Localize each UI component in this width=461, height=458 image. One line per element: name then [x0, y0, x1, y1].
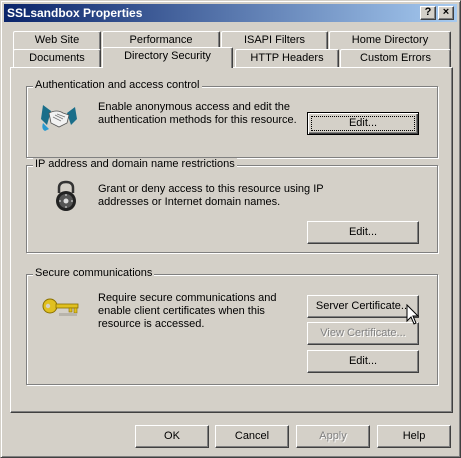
ip-group-title: IP address and domain name restrictions: [33, 158, 237, 170]
ok-button[interactable]: OK: [135, 425, 209, 448]
window-title: SSLsandbox Properties: [7, 6, 143, 20]
secure-communications-group: Secure communications Require secure com…: [26, 267, 438, 385]
key-icon: [42, 298, 79, 316]
auth-group: Authentication and access control Enable…: [26, 79, 438, 158]
secure-description: Require secure communications and enable…: [98, 292, 277, 330]
help-button[interactable]: Help: [377, 425, 451, 448]
properties-window: SSLsandbox Properties ? × Web Site Perfo…: [0, 0, 461, 458]
secure-edit-button[interactable]: Edit...: [307, 350, 419, 373]
apply-button[interactable]: Apply: [296, 425, 370, 448]
title-bar[interactable]: SSLsandbox Properties ? ×: [4, 4, 457, 22]
help-title-button[interactable]: ?: [420, 6, 436, 20]
tab-documents[interactable]: Documents: [13, 49, 101, 68]
mouse-cursor-icon: [406, 304, 420, 325]
tab-http-headers[interactable]: HTTP Headers: [235, 49, 339, 68]
auth-edit-button[interactable]: Edit...: [307, 112, 419, 135]
auth-description: Enable anonymous access and edit the aut…: [98, 101, 297, 126]
ip-restrictions-group: IP address and domain name restrictions …: [26, 158, 438, 253]
tab-web-site[interactable]: Web Site: [13, 31, 101, 50]
tab-home-directory[interactable]: Home Directory: [329, 31, 451, 50]
tab-custom-errors[interactable]: Custom Errors: [340, 49, 451, 68]
tab-directory-security[interactable]: Directory Security: [102, 47, 233, 68]
tab-isapi-filters[interactable]: ISAPI Filters: [221, 31, 328, 50]
server-certificate-button[interactable]: Server Certificate...: [307, 295, 419, 318]
padlock-icon: [56, 180, 76, 211]
tab-panel: Authentication and access control Enable…: [10, 67, 453, 413]
close-title-button[interactable]: ×: [438, 6, 454, 20]
secure-group-title: Secure communications: [33, 267, 155, 279]
auth-group-title: Authentication and access control: [33, 79, 202, 91]
view-certificate-button[interactable]: View Certificate...: [307, 322, 419, 345]
ip-description: Grant or deny access to this resource us…: [98, 183, 324, 208]
handshake-icon: [41, 105, 77, 131]
ip-edit-button[interactable]: Edit...: [307, 221, 419, 244]
cancel-button[interactable]: Cancel: [215, 425, 289, 448]
